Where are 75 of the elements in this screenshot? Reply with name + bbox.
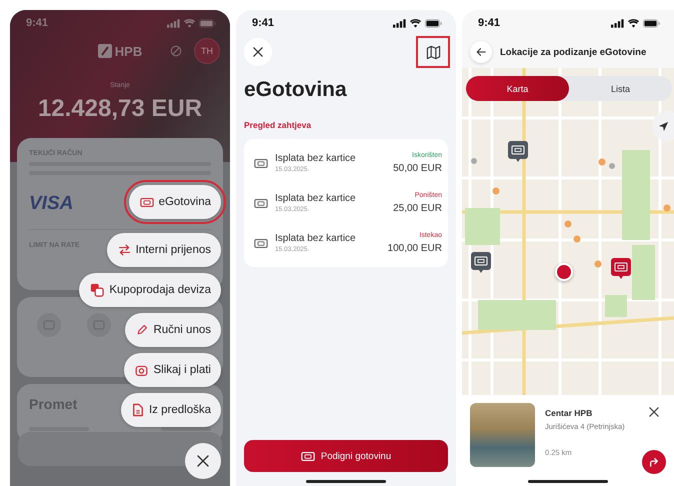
close-button[interactable]	[647, 405, 661, 419]
pencil-icon	[136, 324, 148, 336]
blurred-text	[161, 427, 211, 431]
map-pin[interactable]	[508, 141, 528, 163]
location-name: Centar HPB	[545, 408, 594, 418]
navigation-arrow-icon	[658, 120, 668, 132]
photo-placeholder	[470, 403, 535, 467]
poi-dot	[471, 158, 477, 164]
section-title: Pregled zahtjeva	[244, 120, 312, 130]
battery-icon	[643, 18, 660, 28]
action-menu-item[interactable]: Ručni unos	[125, 313, 221, 347]
banknote-icon	[254, 198, 268, 208]
park-area	[632, 245, 655, 300]
park-area	[605, 295, 627, 317]
view-tab[interactable]: Karta	[466, 76, 569, 101]
back-button[interactable]	[470, 41, 492, 63]
eye-off-icon	[170, 45, 182, 57]
signal-icon	[393, 18, 406, 28]
banknote-icon	[254, 158, 268, 168]
request-title: Isplata bez kartice	[275, 153, 357, 164]
poi-dot	[609, 163, 615, 169]
signal-icon	[611, 18, 624, 28]
action-menu-item[interactable]: Kupoprodaja deviza	[79, 273, 221, 307]
status-time: 9:41	[252, 17, 276, 29]
action-menu-item[interactable]: Interni prijenos	[106, 233, 221, 267]
request-amount: 50,00 EUR	[393, 163, 442, 174]
close-icon	[253, 47, 263, 57]
withdraw-cash-button[interactable]: Podigni gotovinu	[244, 440, 448, 472]
map-pin[interactable]	[611, 258, 631, 280]
avatar[interactable]: TH	[194, 38, 220, 64]
poi-dot	[564, 220, 572, 228]
screen-title: Lokacije za podizanje eGotovine	[500, 46, 646, 58]
map-pin[interactable]	[471, 252, 491, 274]
signal-icon	[167, 18, 180, 28]
directions-button[interactable]	[642, 450, 666, 474]
poi-dot	[598, 158, 606, 166]
park-area	[465, 208, 500, 245]
poi-dot	[594, 260, 602, 268]
close-icon	[649, 407, 659, 417]
banknote-icon	[140, 196, 154, 208]
currency-exchange-icon	[90, 283, 104, 297]
request-title: Isplata bez kartice	[275, 233, 357, 244]
close-button[interactable]	[244, 38, 272, 66]
wifi-icon	[184, 18, 195, 28]
wifi-icon	[410, 18, 421, 28]
action-menu-item[interactable]: Iz predloška	[120, 393, 221, 427]
poi-dot	[664, 204, 670, 212]
card-brand: VISA	[29, 193, 74, 215]
poi-dot	[574, 236, 580, 242]
banknote-icon	[300, 450, 315, 462]
battery-icon	[199, 18, 216, 28]
camera-icon	[135, 364, 148, 376]
logo-text: HPB	[114, 44, 142, 58]
transfer-arrows-icon	[118, 244, 131, 256]
screen-title: eGotovina	[244, 77, 348, 103]
view-tab[interactable]: Lista	[569, 76, 672, 101]
document-icon	[132, 403, 144, 417]
action-menu-item[interactable]: eGotovina	[128, 185, 221, 219]
logo-icon	[98, 44, 112, 58]
poi-dot	[492, 188, 500, 194]
balance-amount: 12.428,73 EUR	[36, 95, 204, 123]
banknote-icon	[254, 238, 268, 248]
turn-arrow-icon	[649, 457, 659, 467]
map-icon	[426, 44, 440, 60]
close-icon	[197, 455, 209, 467]
status-time: 9:41	[478, 17, 502, 29]
close-menu-button[interactable]	[185, 443, 221, 479]
wifi-icon	[628, 18, 639, 28]
request-title: Isplata bez kartice	[275, 193, 357, 204]
request-amount: 100,00 EUR	[388, 243, 442, 254]
status-time: 9:41	[26, 17, 50, 29]
action-menu-item[interactable]: Slikaj i plati	[124, 353, 221, 387]
battery-icon	[425, 18, 442, 28]
back-arrow-icon	[476, 47, 486, 57]
request-amount: 25,00 EUR	[393, 203, 442, 214]
